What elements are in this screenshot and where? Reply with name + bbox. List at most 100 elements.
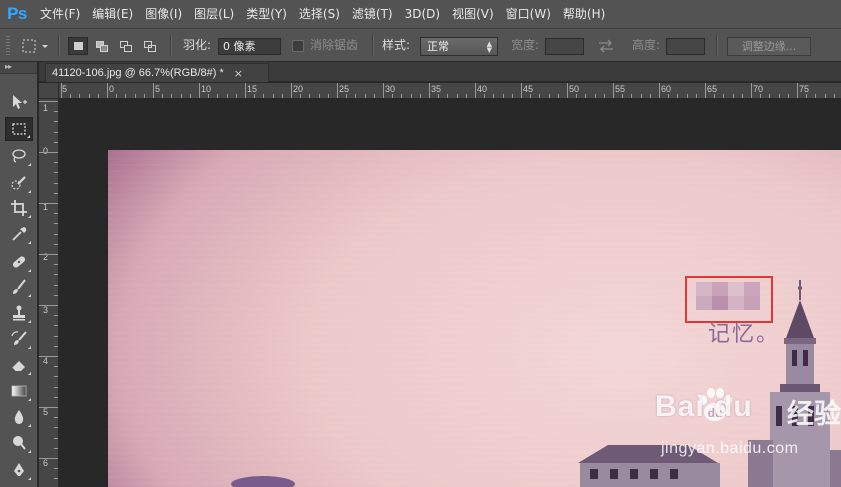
ruler-tick [392, 94, 394, 98]
ruler-tick [54, 335, 58, 337]
antialias-label: 消除锯齿 [310, 38, 359, 52]
spot-healing-tool[interactable] [5, 250, 33, 274]
ruler-tick [54, 111, 58, 113]
rectangular-marquee-tool[interactable] [5, 117, 33, 141]
ruler-tick [54, 192, 58, 194]
eyedropper-tool[interactable] [5, 222, 33, 246]
vertical-ruler[interactable]: 1 0 1 2 3 4 5 6 [39, 99, 59, 487]
horizontal-ruler[interactable]: 5 0 5 10 15 20 25 30 35 40 45 50 55 60 6… [59, 83, 841, 99]
ruler-tick [54, 376, 58, 378]
ruler-tick [668, 94, 670, 98]
tool-flyout-indicator [28, 372, 31, 375]
blur-tool[interactable] [5, 405, 33, 429]
ruler-tick [54, 345, 58, 347]
crop-tool[interactable] [5, 196, 33, 220]
document-tab[interactable]: 41120-106.jpg @ 66.7%(RGB/8#) * × [45, 63, 269, 82]
watermark-cn-text: 经验 [787, 399, 841, 430]
ruler-tick [54, 223, 58, 225]
pen-tool[interactable] [5, 458, 33, 482]
marquee-icon [12, 123, 26, 135]
tool-flyout-indicator [28, 215, 31, 218]
toolbox-collapse-handle[interactable]: ▸▸ [0, 62, 37, 74]
style-label: 样式: [382, 38, 411, 52]
ruler-tick [346, 94, 348, 98]
subtract-from-selection-button[interactable] [116, 37, 136, 55]
ruler-label: 55 [615, 84, 626, 94]
ruler-tick [318, 94, 320, 98]
ruler-tick [456, 94, 458, 98]
refine-edge-button[interactable]: 调整边缘... [727, 37, 811, 56]
tool-flyout-indicator [28, 190, 31, 193]
ruler-tick [116, 94, 118, 98]
quick-selection-tool[interactable] [5, 171, 33, 195]
ruler-tick [134, 94, 136, 98]
ruler-label: 5 [43, 407, 49, 417]
ruler-tick [39, 356, 58, 357]
toolbox: ▸▸ [0, 62, 38, 487]
width-label: 宽度: [511, 38, 540, 52]
ruler-tick [70, 94, 72, 98]
ruler-tick [760, 94, 762, 98]
ruler-tick [54, 386, 58, 388]
ruler-label: 5 [155, 84, 161, 94]
eraser-tool[interactable] [5, 353, 33, 377]
ruler-tick [54, 233, 58, 235]
droplet-icon [14, 410, 24, 424]
ruler-label: 60 [661, 84, 672, 94]
move-icon [13, 95, 27, 109]
ruler-tick [54, 294, 58, 296]
add-to-selection-button[interactable] [92, 37, 112, 55]
history-brush-tool[interactable] [5, 327, 33, 351]
ruler-tick [281, 94, 283, 98]
gradient-tool[interactable] [5, 379, 33, 403]
ruler-tick [815, 94, 817, 98]
menu-file[interactable]: 文件(F) [34, 0, 86, 28]
ruler-tick [39, 152, 58, 153]
menu-edit[interactable]: 编辑(E) [86, 0, 139, 28]
menu-help[interactable]: 帮助(H) [557, 0, 611, 28]
ruler-tick [245, 83, 246, 98]
ruler-origin[interactable] [39, 83, 59, 99]
ruler-tick [511, 94, 513, 98]
canvas-workspace[interactable]: 记忆。 du Bai du 经验 jingyan.baidu.com [60, 100, 841, 487]
menu-3d[interactable]: 3D(D) [399, 0, 446, 28]
menu-select[interactable]: 选择(S) [293, 0, 346, 28]
intersect-selection-button[interactable] [140, 37, 160, 55]
feather-input[interactable]: 0 像素 [218, 38, 281, 55]
ruler-tick [39, 458, 58, 459]
move-tool[interactable] [5, 90, 33, 114]
menu-image[interactable]: 图像(I) [139, 0, 188, 28]
height-label: 高度: [632, 38, 661, 52]
antialias-checkbox[interactable] [292, 40, 304, 52]
menu-filter[interactable]: 滤镜(T) [346, 0, 399, 28]
menu-window[interactable]: 窗口(W) [500, 0, 557, 28]
menu-type[interactable]: 类型(Y) [240, 0, 293, 28]
close-icon[interactable]: × [234, 67, 243, 80]
ruler-tick [383, 83, 384, 98]
document-image[interactable]: 记忆。 du Bai du 经验 jingyan.baidu.com [108, 150, 841, 487]
clone-stamp-tool[interactable] [5, 301, 33, 325]
tool-preset-picker[interactable] [20, 29, 50, 62]
ruler-tick [327, 94, 329, 98]
ruler-tick [54, 427, 58, 429]
options-bar-grip[interactable] [6, 36, 10, 56]
width-input[interactable] [545, 38, 584, 55]
new-selection-button[interactable] [68, 37, 88, 55]
dodge-tool[interactable] [5, 431, 33, 455]
bandage-icon [12, 256, 26, 268]
brush-tool[interactable] [5, 275, 33, 299]
ruler-tick [465, 94, 467, 98]
height-input[interactable] [666, 38, 705, 55]
menu-view[interactable]: 视图(V) [446, 0, 500, 28]
ruler-tick [521, 83, 522, 98]
ruler-tick [54, 478, 58, 480]
ruler-tick [419, 94, 421, 98]
style-select[interactable]: 正常 ▲ ▼ [420, 37, 498, 56]
lasso-tool[interactable] [5, 144, 33, 168]
ruler-tick [54, 447, 58, 449]
ruler-tick [39, 254, 58, 255]
ruler-tick [54, 264, 58, 266]
menu-layer[interactable]: 图层(L) [188, 0, 240, 28]
swap-dimensions-button[interactable] [597, 29, 615, 62]
ruler-tick [797, 83, 798, 98]
